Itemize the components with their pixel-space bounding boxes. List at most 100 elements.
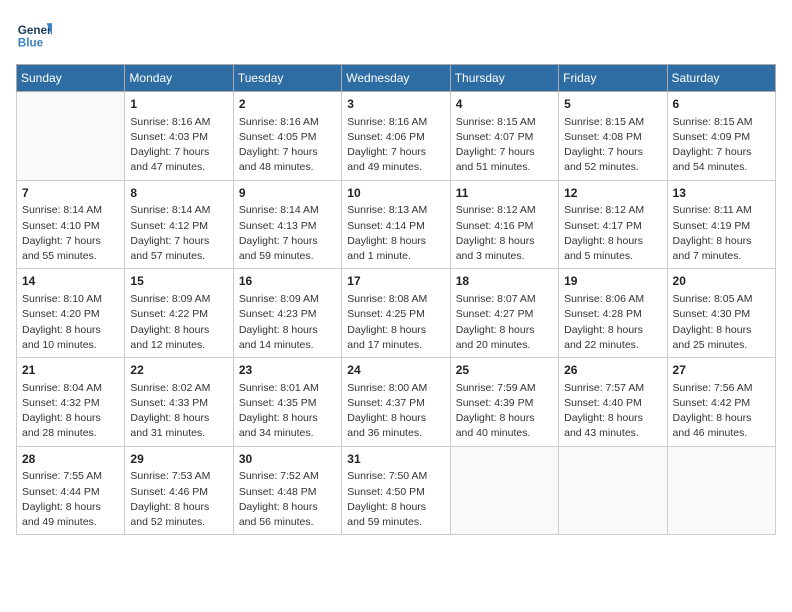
calendar-week-1: 1Sunrise: 8:16 AMSunset: 4:03 PMDaylight… xyxy=(17,92,776,181)
page-header: General Blue xyxy=(16,16,776,52)
calendar-day: 9Sunrise: 8:14 AMSunset: 4:13 PMDaylight… xyxy=(233,180,341,269)
calendar-day: 25Sunrise: 7:59 AMSunset: 4:39 PMDayligh… xyxy=(450,358,558,447)
calendar-table: SundayMondayTuesdayWednesdayThursdayFrid… xyxy=(16,64,776,535)
day-number: 28 xyxy=(22,451,119,468)
calendar-day: 5 Sunrise: 8:15 AMSunset: 4:08 PMDaylight… xyxy=(559,92,667,181)
day-info: Sunrise: 7:55 AMSunset: 4:44 PMDaylight:… xyxy=(22,469,119,530)
calendar-week-2: 7Sunrise: 8:14 AMSunset: 4:10 PMDaylight… xyxy=(17,180,776,269)
day-header-friday: Friday xyxy=(559,65,667,92)
svg-text:Blue: Blue xyxy=(18,37,44,50)
calendar-day: 15 Sunrise: 8:09 AMSunset: 4:22 PMDayligh… xyxy=(125,269,233,358)
day-number: 9 xyxy=(239,185,336,202)
day-info: Sunrise: 8:06 AMSunset: 4:28 PMDaylight:… xyxy=(564,292,661,353)
day-number: 5 xyxy=(564,96,661,113)
day-info: Sunrise: 8:15 AMSunset: 4:08 PMDaylight:… xyxy=(564,115,661,176)
day-number: 27 xyxy=(673,362,770,379)
day-info: Sunrise: 8:13 AMSunset: 4:14 PMDaylight:… xyxy=(347,203,444,264)
calendar-day: 21Sunrise: 8:04 AMSunset: 4:32 PMDayligh… xyxy=(17,358,125,447)
day-number: 6 xyxy=(673,96,770,113)
calendar-day: 26 Sunrise: 7:57 AMSunset: 4:40 PMDayligh… xyxy=(559,358,667,447)
calendar-day xyxy=(667,446,775,535)
day-info: Sunrise: 8:09 AMSunset: 4:22 PMDaylight:… xyxy=(130,292,227,353)
svg-text:General: General xyxy=(18,24,52,37)
day-number: 17 xyxy=(347,273,444,290)
calendar-day: 14 Sunrise: 8:10 AMSunset: 4:20 PMDayligh… xyxy=(17,269,125,358)
calendar-day: 16 Sunrise: 8:09 AMSunset: 4:23 PMDayligh… xyxy=(233,269,341,358)
day-number: 16 xyxy=(239,273,336,290)
day-number: 3 xyxy=(347,96,444,113)
calendar-day: 6 Sunrise: 8:15 AMSunset: 4:09 PMDaylight… xyxy=(667,92,775,181)
day-number: 26 xyxy=(564,362,661,379)
day-info: Sunrise: 8:14 AMSunset: 4:13 PMDaylight:… xyxy=(239,203,336,264)
calendar-week-4: 21Sunrise: 8:04 AMSunset: 4:32 PMDayligh… xyxy=(17,358,776,447)
calendar-day: 18 Sunrise: 8:07 AMSunset: 4:27 PMDayligh… xyxy=(450,269,558,358)
day-number: 2 xyxy=(239,96,336,113)
day-header-tuesday: Tuesday xyxy=(233,65,341,92)
day-number: 4 xyxy=(456,96,553,113)
day-info: Sunrise: 8:16 AMSunset: 4:06 PMDaylight:… xyxy=(347,115,444,176)
calendar-day: 30Sunrise: 7:52 AMSunset: 4:48 PMDayligh… xyxy=(233,446,341,535)
calendar-day: 19 Sunrise: 8:06 AMSunset: 4:28 PMDayligh… xyxy=(559,269,667,358)
day-info: Sunrise: 8:00 AMSunset: 4:37 PMDaylight:… xyxy=(347,381,444,442)
day-number: 15 xyxy=(130,273,227,290)
day-info: Sunrise: 8:16 AMSunset: 4:05 PMDaylight:… xyxy=(239,115,336,176)
calendar-week-5: 28Sunrise: 7:55 AMSunset: 4:44 PMDayligh… xyxy=(17,446,776,535)
day-number: 12 xyxy=(564,185,661,202)
day-number: 14 xyxy=(22,273,119,290)
day-info: Sunrise: 8:12 AMSunset: 4:16 PMDaylight:… xyxy=(456,203,553,264)
calendar-day: 31Sunrise: 7:50 AMSunset: 4:50 PMDayligh… xyxy=(342,446,450,535)
calendar-day xyxy=(450,446,558,535)
day-number: 24 xyxy=(347,362,444,379)
day-header-thursday: Thursday xyxy=(450,65,558,92)
day-header-saturday: Saturday xyxy=(667,65,775,92)
calendar-day: 1Sunrise: 8:16 AMSunset: 4:03 PMDaylight… xyxy=(125,92,233,181)
calendar-day xyxy=(559,446,667,535)
day-info: Sunrise: 7:53 AMSunset: 4:46 PMDaylight:… xyxy=(130,469,227,530)
day-header-sunday: Sunday xyxy=(17,65,125,92)
calendar-day: 24 Sunrise: 8:00 AMSunset: 4:37 PMDayligh… xyxy=(342,358,450,447)
calendar-day: 23 Sunrise: 8:01 AMSunset: 4:35 PMDayligh… xyxy=(233,358,341,447)
day-info: Sunrise: 8:02 AMSunset: 4:33 PMDaylight:… xyxy=(130,381,227,442)
day-info: Sunrise: 8:12 AMSunset: 4:17 PMDaylight:… xyxy=(564,203,661,264)
logo-icon: General Blue xyxy=(16,16,52,52)
calendar-day: 20Sunrise: 8:05 AMSunset: 4:30 PMDayligh… xyxy=(667,269,775,358)
day-header-monday: Monday xyxy=(125,65,233,92)
day-number: 10 xyxy=(347,185,444,202)
day-info: Sunrise: 7:52 AMSunset: 4:48 PMDaylight:… xyxy=(239,469,336,530)
day-number: 22 xyxy=(130,362,227,379)
day-info: Sunrise: 8:07 AMSunset: 4:27 PMDaylight:… xyxy=(456,292,553,353)
calendar-day: 13Sunrise: 8:11 AMSunset: 4:19 PMDayligh… xyxy=(667,180,775,269)
day-number: 23 xyxy=(239,362,336,379)
day-info: Sunrise: 7:59 AMSunset: 4:39 PMDaylight:… xyxy=(456,381,553,442)
day-info: Sunrise: 8:10 AMSunset: 4:20 PMDaylight:… xyxy=(22,292,119,353)
calendar-day: 29Sunrise: 7:53 AMSunset: 4:46 PMDayligh… xyxy=(125,446,233,535)
day-info: Sunrise: 8:15 AMSunset: 4:09 PMDaylight:… xyxy=(673,115,770,176)
calendar-day: 4Sunrise: 8:15 AMSunset: 4:07 PMDaylight… xyxy=(450,92,558,181)
day-info: Sunrise: 8:14 AMSunset: 4:12 PMDaylight:… xyxy=(130,203,227,264)
calendar-day: 11Sunrise: 8:12 AMSunset: 4:16 PMDayligh… xyxy=(450,180,558,269)
day-info: Sunrise: 8:04 AMSunset: 4:32 PMDaylight:… xyxy=(22,381,119,442)
day-info: Sunrise: 7:57 AMSunset: 4:40 PMDaylight:… xyxy=(564,381,661,442)
day-info: Sunrise: 8:14 AMSunset: 4:10 PMDaylight:… xyxy=(22,203,119,264)
calendar-day: 17Sunrise: 8:08 AMSunset: 4:25 PMDayligh… xyxy=(342,269,450,358)
day-number: 20 xyxy=(673,273,770,290)
calendar-day: 8Sunrise: 8:14 AMSunset: 4:12 PMDaylight… xyxy=(125,180,233,269)
day-number: 18 xyxy=(456,273,553,290)
calendar-header-row: SundayMondayTuesdayWednesdayThursdayFrid… xyxy=(17,65,776,92)
calendar-day: 3 Sunrise: 8:16 AMSunset: 4:06 PMDaylight… xyxy=(342,92,450,181)
logo: General Blue xyxy=(16,16,52,52)
day-header-wednesday: Wednesday xyxy=(342,65,450,92)
calendar-day xyxy=(17,92,125,181)
day-number: 19 xyxy=(564,273,661,290)
calendar-day: 12Sunrise: 8:12 AMSunset: 4:17 PMDayligh… xyxy=(559,180,667,269)
day-number: 7 xyxy=(22,185,119,202)
calendar-week-3: 14 Sunrise: 8:10 AMSunset: 4:20 PMDayligh… xyxy=(17,269,776,358)
calendar-day: 27Sunrise: 7:56 AMSunset: 4:42 PMDayligh… xyxy=(667,358,775,447)
day-info: Sunrise: 8:01 AMSunset: 4:35 PMDaylight:… xyxy=(239,381,336,442)
day-info: Sunrise: 8:11 AMSunset: 4:19 PMDaylight:… xyxy=(673,203,770,264)
day-number: 13 xyxy=(673,185,770,202)
day-number: 1 xyxy=(130,96,227,113)
calendar-day: 10Sunrise: 8:13 AMSunset: 4:14 PMDayligh… xyxy=(342,180,450,269)
day-number: 11 xyxy=(456,185,553,202)
day-info: Sunrise: 8:09 AMSunset: 4:23 PMDaylight:… xyxy=(239,292,336,353)
